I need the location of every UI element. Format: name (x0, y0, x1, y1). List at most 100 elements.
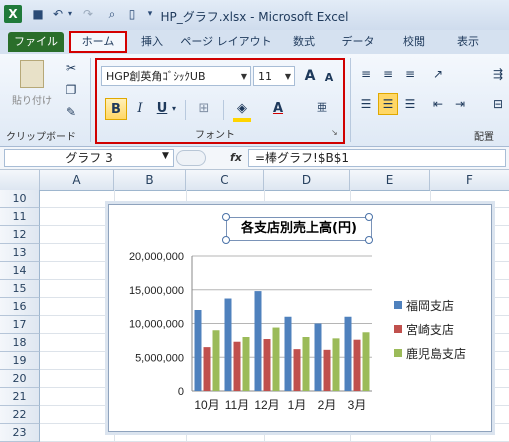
group-separator (350, 58, 351, 142)
decrease-indent-icon[interactable]: ⇤ (428, 94, 448, 114)
name-box[interactable]: グラフ 3 (4, 149, 174, 167)
row-header[interactable]: 11 (0, 208, 40, 226)
align-middle-icon[interactable]: ≡ (378, 64, 398, 84)
row-header[interactable]: 15 (0, 280, 40, 298)
column-header-row: A B C D E F (0, 170, 509, 191)
italic-button[interactable]: I (129, 98, 151, 120)
legend-swatch (394, 301, 402, 309)
shrink-font-button[interactable]: A (321, 68, 337, 88)
group-separator (90, 58, 91, 142)
row-header[interactable]: 12 (0, 226, 40, 244)
column-header[interactable]: E (350, 170, 430, 190)
formula-input[interactable]: =棒グラフ!$B$1 (248, 149, 506, 167)
tab-formulas[interactable]: 数式 (286, 32, 322, 52)
row-header[interactable]: 13 (0, 244, 40, 262)
column-header[interactable]: F (430, 170, 509, 190)
align-center-icon[interactable]: ☰ (378, 93, 398, 115)
row-header[interactable]: 19 (0, 352, 40, 370)
row-header[interactable]: 14 (0, 262, 40, 280)
y-tick-label: 0 (178, 386, 184, 398)
paste-button[interactable]: 貼り付け (12, 92, 52, 107)
font-size-combo[interactable]: 11 ▼ (253, 66, 295, 86)
tab-home[interactable]: ホーム (69, 31, 127, 53)
tab-insert[interactable]: 挿入 (134, 32, 170, 52)
chart-title[interactable]: 各支店別売上高(円) (226, 217, 372, 241)
y-tick-label: 15,000,000 (129, 285, 184, 297)
tab-page-layout[interactable]: ページ レイアウト (180, 32, 272, 52)
font-size-value: 11 (258, 70, 272, 83)
dialog-launcher-icon[interactable]: ↘ (331, 128, 338, 137)
align-bottom-icon[interactable]: ≡ (400, 64, 420, 84)
row-header[interactable]: 21 (0, 388, 40, 406)
align-top-icon[interactable]: ≡ (356, 64, 376, 84)
column-header[interactable]: D (264, 170, 350, 190)
column-header[interactable]: C (186, 170, 264, 190)
formula-bar: グラフ 3 ▼ fx =棒グラフ!$B$1 (0, 147, 509, 170)
bar-3 (242, 337, 250, 391)
tab-file[interactable]: ファイル (8, 32, 64, 52)
tab-view[interactable]: 表示 (450, 32, 486, 52)
fill-color-icon[interactable]: ◈ (231, 98, 253, 120)
y-tick-label: 10,000,000 (129, 319, 184, 331)
bar-3 (362, 332, 370, 391)
ribbon-tab-bar: ファイル ホーム 挿入 ページ レイアウト 数式 データ 校閲 表示 (0, 30, 509, 54)
font-name-combo[interactable]: HGP創英角ｺﾞｼｯｸUB ▼ (101, 66, 251, 86)
wrap-text-icon[interactable]: ⇶ (488, 64, 508, 84)
title-bar: X ■ ↶ ▾ ↷ ⌕ ▯ ▾ HP_グラフ.xlsx - Microsoft … (0, 0, 509, 31)
x-tick-label: 12月 (254, 398, 279, 412)
borders-icon[interactable]: ⊞ (193, 98, 215, 120)
grow-font-button[interactable]: A (301, 66, 319, 86)
chevron-down-icon[interactable]: ▾ (169, 98, 179, 120)
font-color-button[interactable]: A (267, 98, 289, 120)
increase-indent-icon[interactable]: ⇥ (450, 94, 470, 114)
bar-2 (293, 349, 301, 391)
cut-icon[interactable]: ✂ (62, 58, 80, 78)
merge-center-icon[interactable]: ⊟ (488, 94, 508, 114)
x-tick-label: 1月 (288, 398, 307, 412)
tab-data[interactable]: データ (338, 32, 378, 52)
bold-button[interactable]: B (105, 98, 127, 120)
select-all-corner[interactable] (0, 170, 40, 190)
row-header[interactable]: 23 (0, 424, 40, 442)
chevron-down-icon[interactable]: ▼ (241, 67, 247, 87)
copy-icon[interactable]: ❐ (62, 80, 80, 100)
title-handle[interactable] (365, 213, 373, 221)
column-header[interactable]: A (40, 170, 114, 190)
orientation-icon[interactable]: ↗ (428, 64, 448, 84)
window-title: HP_グラフ.xlsx - Microsoft Excel (160, 10, 349, 24)
align-left-icon[interactable]: ☰ (356, 94, 376, 114)
column-header[interactable]: B (114, 170, 186, 190)
alignment-group-label: 配置 (474, 132, 494, 143)
clipboard-group-label: クリップボード (6, 132, 76, 143)
bar-3 (272, 327, 280, 391)
format-painter-icon[interactable]: ✎ (62, 102, 80, 122)
separator (223, 100, 224, 120)
row-header[interactable]: 18 (0, 334, 40, 352)
bar-1 (284, 316, 292, 391)
chevron-down-icon[interactable]: ▼ (162, 151, 169, 161)
bar-2 (353, 339, 361, 391)
bar-3 (302, 337, 310, 391)
row-header[interactable]: 22 (0, 406, 40, 424)
legend-entry: 鹿児島支店 (406, 346, 466, 361)
paste-icon[interactable] (20, 60, 44, 88)
title-handle[interactable] (222, 236, 230, 244)
legend-swatch (394, 349, 402, 357)
align-right-icon[interactable]: ☰ (400, 94, 420, 114)
tab-review[interactable]: 校閲 (396, 32, 432, 52)
title-handle[interactable] (365, 236, 373, 244)
insert-function-button[interactable]: fx (230, 149, 248, 167)
row-header[interactable]: 10 (0, 190, 40, 208)
formula-bar-resize-handle[interactable] (176, 150, 206, 166)
row-header[interactable]: 17 (0, 316, 40, 334)
x-tick-label: 11月 (225, 398, 249, 412)
x-tick-label: 2月 (318, 398, 337, 412)
chevron-down-icon[interactable]: ▼ (285, 67, 291, 87)
row-header[interactable]: 20 (0, 370, 40, 388)
title-handle[interactable] (222, 213, 230, 221)
row-header[interactable]: 16 (0, 298, 40, 316)
phonetic-guide-button[interactable]: 亜 (311, 98, 333, 120)
x-tick-label: 3月 (348, 398, 367, 412)
legend-entry: 宮崎支店 (406, 322, 454, 337)
bar-1 (254, 291, 262, 391)
